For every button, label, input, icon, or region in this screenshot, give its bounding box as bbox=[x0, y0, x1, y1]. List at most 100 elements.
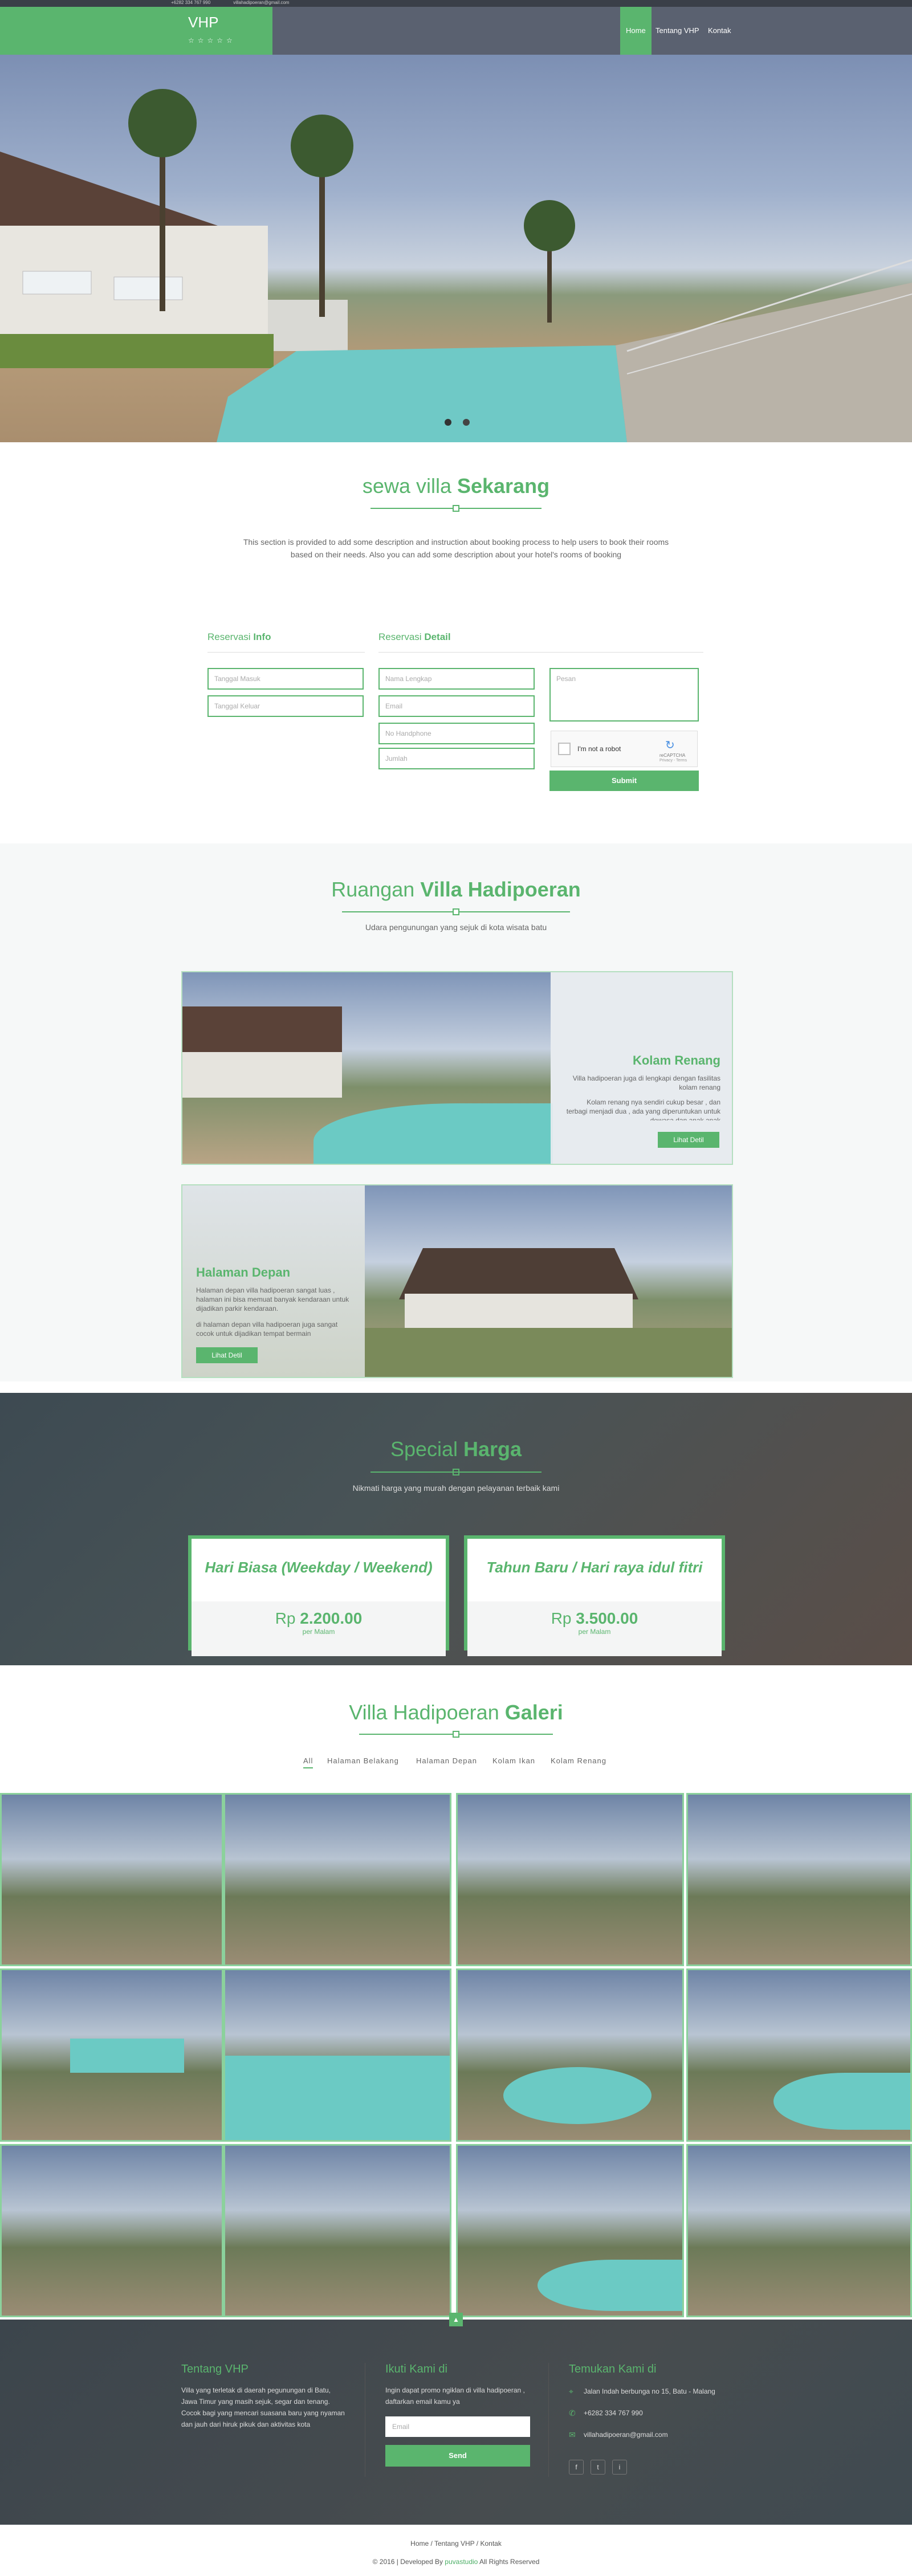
footer-address: Jalan Indah berbunga no 15, Batu - Malan… bbox=[584, 2387, 715, 2395]
gallery-image-7[interactable] bbox=[456, 1968, 684, 2142]
rooms-title-a: Ruangan bbox=[331, 878, 421, 901]
gallery-image-9[interactable] bbox=[0, 2144, 223, 2317]
bottom-link-home[interactable]: Home bbox=[410, 2540, 429, 2548]
booking-title-b: Sekarang bbox=[457, 474, 550, 498]
gallery-filter-fishpond[interactable]: Kolam Ikan bbox=[492, 1756, 535, 1765]
map-marker-icon: ⌖ bbox=[569, 2387, 573, 2396]
gallery-image-2[interactable] bbox=[223, 1793, 451, 1966]
slider-dot-1[interactable] bbox=[445, 419, 451, 426]
booking-desc-1: This section is provided to add some des… bbox=[243, 537, 669, 547]
bottom-bar: Home / Tentang VHP / Kontak © 2016 | Dev… bbox=[0, 2525, 912, 2576]
gallery-5-pool bbox=[70, 2039, 184, 2073]
facebook-icon[interactable]: f bbox=[569, 2460, 584, 2475]
captcha-terms[interactable]: Privacy - Terms bbox=[659, 759, 687, 763]
gallery-filter-all[interactable]: All bbox=[303, 1756, 314, 1768]
footer-about-title: Tentang VHP bbox=[181, 2363, 249, 2375]
gallery-image-4[interactable] bbox=[686, 1793, 912, 1966]
gallery-6-pool bbox=[225, 2056, 450, 2140]
gallery-image-8[interactable] bbox=[686, 1968, 912, 2142]
nav-home[interactable]: Home bbox=[620, 7, 652, 55]
detail-heading-b: Detail bbox=[424, 631, 451, 642]
gallery-image-5[interactable] bbox=[0, 1968, 223, 2142]
email-icon: ✉ bbox=[569, 2430, 576, 2439]
name-field[interactable]: Nama Lengkap bbox=[378, 668, 535, 690]
checkout-date-field[interactable]: Tanggal Keluar bbox=[207, 695, 364, 717]
top-phone: +6282 334 767 990 bbox=[171, 0, 211, 5]
room-card-front-yard: Halaman Depan Halaman depan villa hadipo… bbox=[181, 1184, 733, 1378]
gallery-image-1[interactable] bbox=[0, 1793, 223, 1966]
gallery-filter-pool[interactable]: Kolam Renang bbox=[551, 1756, 606, 1765]
nav-contact[interactable]: Kontak bbox=[702, 7, 736, 55]
nav-about[interactable]: Tentang VHP bbox=[650, 7, 705, 55]
instagram-icon[interactable]: i bbox=[612, 2460, 627, 2475]
rating-stars: ☆☆☆☆☆ bbox=[188, 36, 236, 44]
slider-dot-2[interactable] bbox=[463, 419, 470, 426]
footer-email: villahadipoeran@gmail.com bbox=[584, 2431, 668, 2439]
gallery-image-11[interactable] bbox=[456, 2144, 684, 2317]
copyright: © 2016 | Developed By puvastudio All Rig… bbox=[0, 2558, 912, 2566]
pool-card-text-2: Kolam renang nya sendiri cukup besar , d… bbox=[566, 1098, 720, 1120]
gallery-title: Villa Hadipoeran Galeri bbox=[0, 1701, 912, 1725]
bottom-link-about[interactable]: Tentang VHP bbox=[434, 2540, 475, 2548]
price-weekday-value: 2.200.00 bbox=[300, 1609, 363, 1627]
pool-card-title: Kolam Renang bbox=[632, 1053, 720, 1067]
pool-photo-water bbox=[314, 1103, 553, 1164]
hero-villa-illustration bbox=[0, 89, 912, 442]
front-yard-detail-button[interactable]: Lihat Detil bbox=[196, 1347, 258, 1363]
bottom-link-contact[interactable]: Kontak bbox=[480, 2540, 501, 2548]
price-holiday-body: Rp 3.500.00 per Malam bbox=[467, 1601, 722, 1656]
pool-card-text-1: Villa hadipoeran juga di lengkapi dengan… bbox=[572, 1074, 720, 1091]
captcha-checkbox[interactable] bbox=[558, 743, 571, 755]
front-yard-house bbox=[405, 1294, 633, 1328]
twitter-icon[interactable]: t bbox=[591, 2460, 605, 2475]
room-card-pool: Kolam Renang Villa hadipoeran juga di le… bbox=[181, 971, 733, 1165]
recaptcha-widget[interactable]: I'm not a robot ↻ reCAPTCHA Privacy - Te… bbox=[551, 731, 698, 767]
reservation-info-heading: Reservasi Info bbox=[207, 631, 271, 643]
price-weekday-currency: Rp bbox=[275, 1609, 300, 1627]
newsletter-send-button[interactable]: Send bbox=[385, 2445, 530, 2467]
booking-title-a: sewa villa bbox=[362, 474, 457, 498]
special-subtitle: Nikmati harga yang murah dengan pelayana… bbox=[352, 1483, 560, 1493]
submit-button[interactable]: Submit bbox=[549, 771, 699, 791]
gallery-image-12[interactable] bbox=[686, 2144, 912, 2317]
pool-photo bbox=[182, 972, 553, 1164]
gallery-image-10[interactable] bbox=[223, 2144, 451, 2317]
front-yard-card-text-2: di halaman depan villa hadipoeran juga s… bbox=[196, 1320, 338, 1338]
detail-divider bbox=[378, 652, 703, 653]
info-heading-a: Reservasi bbox=[207, 631, 254, 642]
pool-detail-button[interactable]: Lihat Detil bbox=[658, 1132, 719, 1148]
special-title-b: Harga bbox=[463, 1437, 522, 1461]
front-yard-photo bbox=[365, 1185, 732, 1377]
booking-desc-2: based on their needs. Also you can add s… bbox=[290, 550, 622, 559]
special-title: Special Harga bbox=[0, 1437, 912, 1461]
gallery-image-3[interactable] bbox=[456, 1793, 684, 1966]
gallery-filter-backyard[interactable]: Halaman Belakang bbox=[327, 1756, 399, 1765]
brand-box[interactable] bbox=[0, 7, 272, 55]
pool-photo-house bbox=[182, 1052, 342, 1098]
scroll-top-icon[interactable]: ▲ bbox=[449, 2313, 463, 2326]
gallery-11-pool bbox=[538, 2260, 682, 2311]
rooms-title: Ruangan Villa Hadipoeran bbox=[0, 878, 912, 902]
price-holiday-amount: Rp 3.500.00 bbox=[467, 1601, 722, 1628]
newsletter-email-input[interactable]: Email bbox=[385, 2416, 530, 2437]
front-yard-lawn bbox=[365, 1328, 732, 1377]
gallery-title-b: Galeri bbox=[504, 1701, 563, 1724]
captcha-label: I'm not a robot bbox=[577, 745, 621, 753]
rooms-subtitle: Udara pengunungan yang sejuk di kota wis… bbox=[365, 923, 547, 932]
brand-logo[interactable]: VHP bbox=[188, 14, 218, 31]
checkin-date-field[interactable]: Tanggal Masuk bbox=[207, 668, 364, 690]
gallery-filter-frontyard[interactable]: Halaman Depan bbox=[416, 1756, 477, 1765]
reservation-detail-heading: Reservasi Detail bbox=[378, 631, 451, 643]
message-textarea[interactable]: Pesan bbox=[549, 668, 699, 722]
front-yard-card-text-1: Halaman depan villa hadipoeran sangat lu… bbox=[196, 1286, 349, 1313]
price-holiday-name: Tahun Baru / Hari raya idul fitri bbox=[486, 1559, 703, 1576]
top-contact-strip: +6282 334 767 990 villahadipoeran@gmail.… bbox=[0, 0, 912, 7]
email-field[interactable]: Email bbox=[378, 695, 535, 717]
gallery-image-6[interactable] bbox=[223, 1968, 451, 2142]
price-holiday-currency: Rp bbox=[551, 1609, 576, 1627]
special-price-section bbox=[0, 1393, 912, 1665]
developer-link[interactable]: puvastudio bbox=[445, 2558, 478, 2566]
phone-icon: ✆ bbox=[569, 2408, 576, 2418]
phone-field[interactable]: No Handphone bbox=[378, 723, 535, 744]
guests-field[interactable]: Jumlah bbox=[378, 748, 535, 769]
